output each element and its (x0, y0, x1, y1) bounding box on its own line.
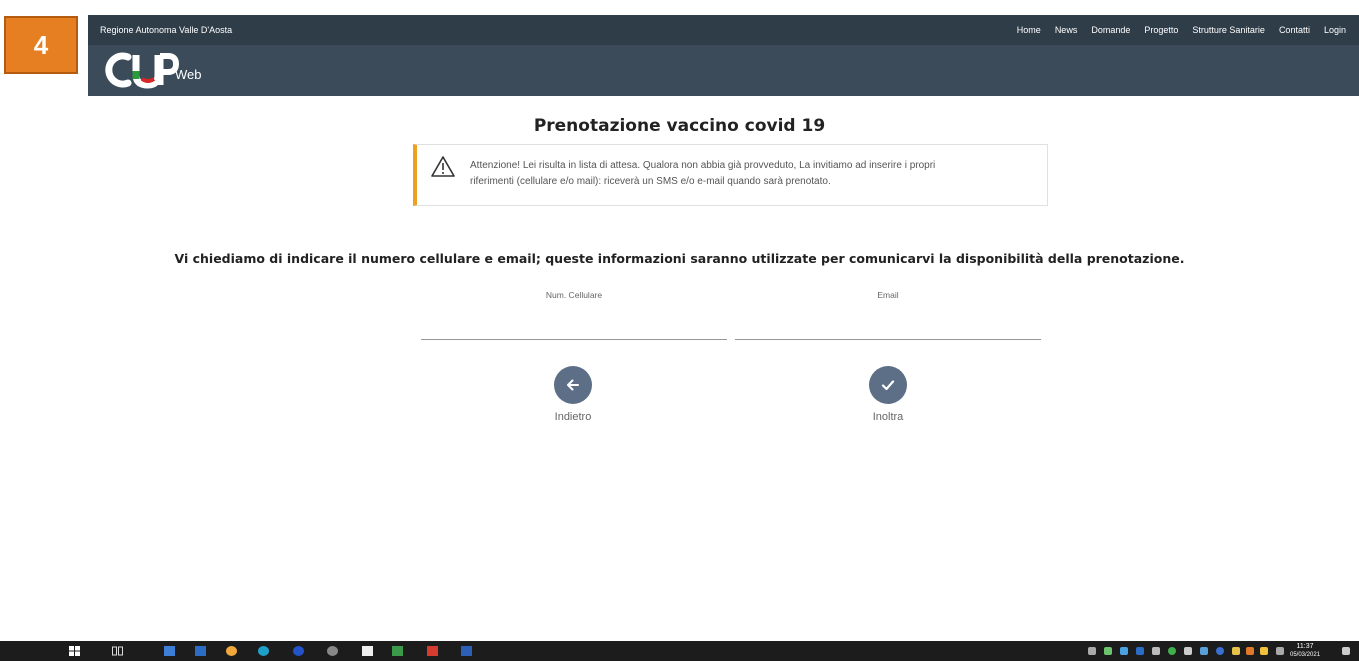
nav-progetto[interactable]: Progetto (1137, 25, 1185, 35)
back-button-label[interactable]: Indietro (533, 411, 613, 423)
tray-icon[interactable] (1168, 647, 1176, 655)
top-navigation: Home News Domande Progetto Strutture San… (1010, 25, 1353, 35)
check-icon (881, 380, 895, 391)
email-label: Email (877, 290, 899, 300)
tray-icon[interactable] (1088, 647, 1096, 655)
file-explorer-icon[interactable] (164, 646, 175, 656)
back-button[interactable] (554, 366, 592, 404)
contact-request-text: Vi chiediamo di indicare il numero cellu… (174, 251, 1185, 266)
tray-icon[interactable] (1200, 647, 1208, 655)
region-name: Regione Autonoma Valle D'Aosta (100, 25, 233, 35)
taskbar-clock[interactable]: 11:37 05/03/2021 (1290, 642, 1320, 660)
nav-home[interactable]: Home (1010, 25, 1048, 35)
tray-icon[interactable] (1152, 647, 1160, 655)
submit-button-label[interactable]: Inoltra (848, 411, 928, 423)
arrow-left-icon (567, 379, 579, 391)
phone-label: Num. Cellulare (545, 290, 603, 300)
logo-web-label: Web (175, 67, 202, 82)
site-header: Regione Autonoma Valle D'Aosta Home News… (88, 15, 1359, 96)
nav-contatti[interactable]: Contatti (1272, 25, 1317, 35)
waiting-list-alert: Attenzione! Lei risulta in lista di atte… (413, 144, 1048, 206)
alert-line-2: riferimenti (cellulare e/o mail): riceve… (470, 176, 831, 187)
arrow-app-icon[interactable] (392, 646, 403, 656)
edge-icon[interactable] (258, 646, 269, 656)
phone-input[interactable] (421, 318, 727, 340)
windows-taskbar: 11:37 05/03/2021 (0, 641, 1359, 661)
tray-icon[interactable] (1232, 647, 1240, 655)
alert-line-1: Attenzione! Lei risulta in lista di atte… (470, 160, 936, 171)
tray-icon[interactable] (1136, 647, 1144, 655)
nav-login[interactable]: Login (1317, 25, 1353, 35)
step-number-badge: 4 (4, 16, 78, 74)
tray-icon[interactable] (1246, 647, 1254, 655)
top-bar: Regione Autonoma Valle D'Aosta Home News… (88, 15, 1359, 45)
network-icon[interactable] (1276, 647, 1284, 655)
phone-field-group: Num. Cellulare (421, 290, 727, 340)
back-action[interactable]: Indietro (533, 366, 613, 423)
page-title: Prenotazione vaccino covid 19 (533, 116, 826, 136)
submit-button[interactable] (869, 366, 907, 404)
windows-start-icon[interactable] (69, 646, 80, 656)
outlook-icon[interactable] (195, 646, 206, 656)
document-icon[interactable] (362, 646, 373, 656)
chrome-icon[interactable] (226, 646, 237, 656)
alert-message: Attenzione! Lei risulta in lista di atte… (470, 158, 1030, 190)
browser-icon[interactable] (293, 646, 304, 656)
tray-icon[interactable] (1104, 647, 1112, 655)
tray-icon[interactable] (1120, 647, 1128, 655)
email-input[interactable] (735, 318, 1041, 340)
notification-icon[interactable] (1342, 647, 1350, 655)
email-field-group: Email (735, 290, 1041, 340)
submit-action[interactable]: Inoltra (848, 366, 928, 423)
word-icon[interactable] (461, 646, 472, 656)
cup-web-logo[interactable]: Web (104, 49, 214, 91)
tray-icon[interactable] (1216, 647, 1224, 655)
nav-strutture-sanitarie[interactable]: Strutture Sanitarie (1185, 25, 1272, 35)
nav-news[interactable]: News (1048, 25, 1085, 35)
task-view-icon[interactable] (112, 646, 123, 656)
warning-icon (431, 156, 455, 177)
clock-time: 11:37 (1296, 643, 1314, 650)
tray-icon[interactable] (1260, 647, 1268, 655)
acrobat-icon[interactable] (427, 646, 438, 656)
volume-icon[interactable] (1184, 647, 1192, 655)
clock-date: 05/03/2021 (1290, 652, 1321, 658)
app-icon[interactable] (327, 646, 338, 656)
nav-domande[interactable]: Domande (1084, 25, 1137, 35)
